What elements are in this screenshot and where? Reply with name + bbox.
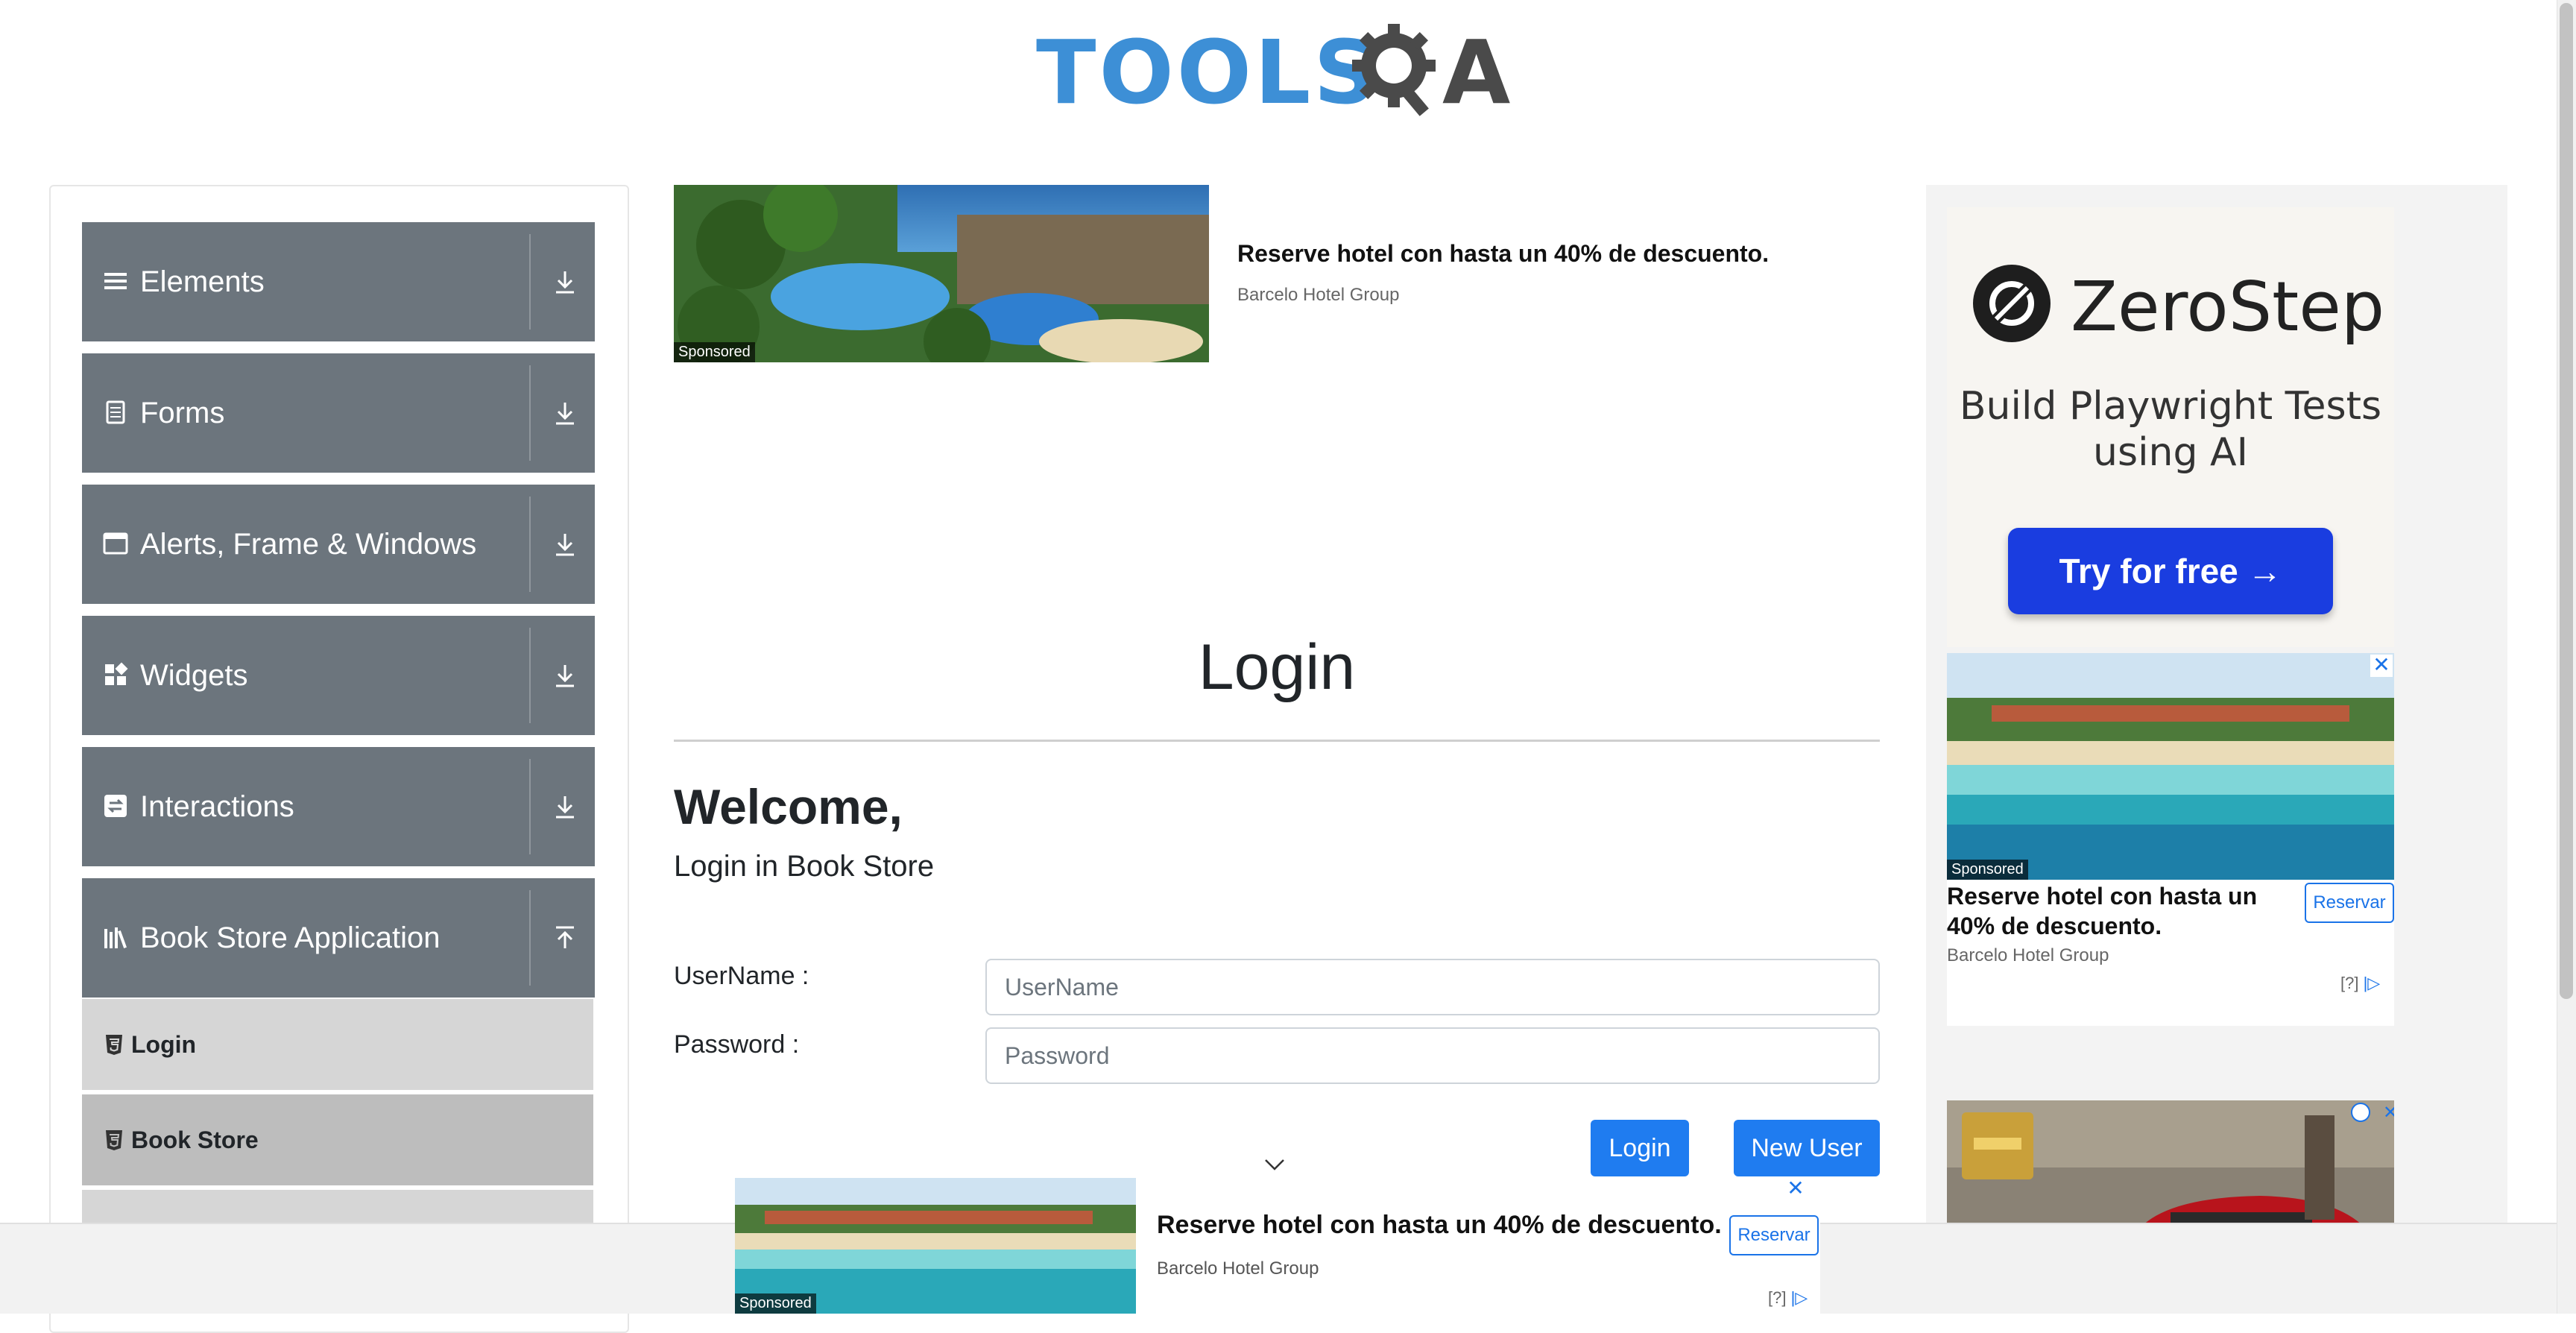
page-title: Login xyxy=(1198,631,1356,703)
hotel-ad-image[interactable]: Sponsored xyxy=(1947,653,2394,880)
sidebar-group-label: Widgets xyxy=(140,659,248,692)
new-user-button[interactable]: New User xyxy=(1734,1120,1880,1176)
ad-brand: Barcelo Hotel Group xyxy=(1947,945,2109,965)
divider xyxy=(529,628,531,723)
adchoices-label: [?] xyxy=(2340,974,2359,992)
download-arrow-icon[interactable] xyxy=(550,267,580,297)
gear-magnifier-icon xyxy=(1352,24,1436,116)
sidebar-group-alerts[interactable]: Alerts, Frame & Windows xyxy=(82,485,595,604)
sidebar-group-label: Book Store Application xyxy=(140,921,441,954)
document-icon xyxy=(106,400,125,424)
books-icon xyxy=(104,927,127,948)
ad-brand: Barcelo Hotel Group xyxy=(1157,1258,1319,1279)
welcome-heading: Welcome, xyxy=(674,779,903,834)
bottom-hotel-ad[interactable]: Sponsored Reserve hotel con hasta un 40%… xyxy=(735,1178,1820,1314)
try-for-free-button[interactable]: Try for free → xyxy=(2008,528,2333,614)
divider xyxy=(529,759,531,854)
widgets-icon xyxy=(105,662,128,685)
sidebar-group-label: Elements xyxy=(140,265,265,298)
adchoices-label: [?] xyxy=(1768,1288,1787,1307)
sidebar-item-book-store[interactable]: Book Store xyxy=(82,1094,593,1188)
html5-icon xyxy=(106,1130,122,1150)
ad-title[interactable]: Reserve hotel con hasta un 40% de descue… xyxy=(1237,240,1769,268)
divider xyxy=(674,740,1880,742)
sidebar-group-elements[interactable]: Elements xyxy=(82,222,595,341)
logo-text: TOOLS xyxy=(1036,21,1380,124)
zerostep-headline: Build Playwright Tests using AI xyxy=(1959,384,2382,475)
password-label: Password : xyxy=(674,1030,800,1059)
login-button[interactable]: Login xyxy=(1591,1120,1689,1176)
divider xyxy=(529,365,531,461)
reservar-button[interactable]: Reservar xyxy=(1729,1215,1819,1255)
sidebar: Elements Forms Alerts, Frame & Windows W… xyxy=(49,185,629,1333)
login-subtitle: Login in Book Store xyxy=(674,850,935,883)
hotel-ad-image[interactable]: Sponsored xyxy=(674,185,1209,362)
reservar-button[interactable]: Reservar xyxy=(2305,883,2394,923)
sidebar-group-label: Forms xyxy=(140,397,225,429)
sidebar-group-interactions[interactable]: Interactions xyxy=(82,747,595,866)
close-icon[interactable]: ✕ xyxy=(2370,655,2393,677)
html5-icon xyxy=(106,1035,122,1055)
sidebar-group-book-store-application[interactable]: Book Store Application xyxy=(82,878,595,998)
divider xyxy=(529,234,531,330)
adchoices-icon[interactable]: [?] |▷ xyxy=(2340,974,2380,993)
divider xyxy=(529,890,531,986)
download-arrow-icon[interactable] xyxy=(550,661,580,690)
sidebar-item-label: Book Store xyxy=(131,1126,259,1153)
sidebar-group-label: Interactions xyxy=(140,790,294,823)
sidebar-item-label: Login xyxy=(131,1031,197,1058)
window-icon xyxy=(103,532,128,555)
interactions-icon xyxy=(104,795,127,817)
ad-title[interactable]: Reserve hotel con hasta un 40% de descue… xyxy=(1947,881,2297,941)
sidebar-item-login[interactable]: Login xyxy=(82,999,593,1093)
ad-brand: Barcelo Hotel Group xyxy=(1237,285,1400,305)
collapse-arrow-icon[interactable] xyxy=(550,923,580,953)
close-icon[interactable]: ✕ xyxy=(1784,1178,1807,1200)
download-arrow-icon[interactable] xyxy=(550,529,580,559)
sponsored-tag: Sponsored xyxy=(735,1293,816,1314)
toolsqa-logo[interactable]: TOOLS A xyxy=(1036,21,1521,136)
sidebar-group-widgets[interactable]: Widgets xyxy=(82,616,595,735)
download-arrow-icon[interactable] xyxy=(550,792,580,822)
username-input[interactable] xyxy=(985,959,1880,1015)
sponsored-tag: Sponsored xyxy=(674,342,755,362)
scrollbar-thumb[interactable] xyxy=(2560,3,2573,999)
password-input[interactable] xyxy=(985,1027,1880,1084)
logo-text-a: A xyxy=(1442,21,1511,124)
hotel-ad-card[interactable]: Sponsored ✕ Reserve hotel con hasta un 4… xyxy=(1947,653,2394,1026)
sidebar-group-forms[interactable]: Forms xyxy=(82,353,595,473)
sponsored-tag: Sponsored xyxy=(1947,860,2028,880)
username-label: UserName : xyxy=(674,962,809,990)
beach-resort-photo xyxy=(1947,653,2394,880)
zerostep-ad[interactable]: ZeroStep Build Playwright Tests using AI… xyxy=(1947,207,2394,647)
download-arrow-icon[interactable] xyxy=(550,398,580,428)
chevron-down-icon[interactable] xyxy=(1261,1151,1288,1178)
zerostep-brand: ZeroStep xyxy=(2071,267,2385,347)
hotel-ad-image[interactable]: Sponsored xyxy=(735,1178,1136,1314)
ad-title[interactable]: Reserve hotel con hasta un 40% de descue… xyxy=(1157,1211,1722,1240)
resort-photo xyxy=(674,185,1209,362)
hamburger-icon xyxy=(104,273,127,289)
adchoices-icon[interactable]: [?] |▷ xyxy=(1768,1288,1808,1308)
svg-text:✕: ✕ xyxy=(2383,1102,2394,1123)
sidebar-group-label: Alerts, Frame & Windows xyxy=(140,528,477,561)
divider xyxy=(529,497,531,592)
zerostep-logo-icon xyxy=(1973,265,2051,342)
